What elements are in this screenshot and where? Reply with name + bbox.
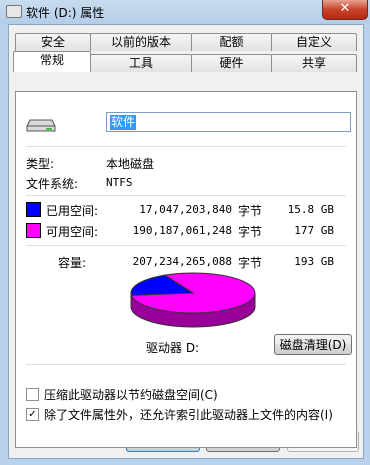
tab-sharing[interactable]: 共享 — [271, 54, 357, 72]
free-space-bytes: 190,187,061,248 — [132, 224, 232, 237]
free-space-size: 177 GB — [294, 224, 334, 237]
disk-cleanup-button[interactable]: 磁盘清理(D) — [274, 334, 352, 355]
index-checkbox[interactable]: ✓ — [26, 408, 39, 421]
index-label[interactable]: 除了文件属性外，还允许索引此驱动器上文件的内容(I) — [44, 406, 333, 423]
tab-quota[interactable]: 配额 — [191, 33, 272, 51]
used-space-label: 已用空间: — [46, 204, 99, 218]
capacity-size: 193 GB — [294, 255, 334, 268]
tab-tools[interactable]: 工具 — [90, 54, 192, 72]
type-label: 类型: — [26, 157, 55, 171]
free-space-unit: 字节 — [238, 225, 263, 239]
general-panel: 软件 类型: 本地磁盘 文件系统: NTFS 已用空间: 17,047,203,… — [15, 91, 357, 448]
disk-usage-pie-chart — [130, 272, 256, 328]
title-bar: 软件 (D:) 属性 ✕ — [0, 0, 370, 24]
separator — [26, 245, 346, 246]
tab-hardware[interactable]: 硬件 — [191, 54, 272, 72]
used-space-size: 15.8 GB — [287, 203, 334, 216]
dialog-client: 安全 以前的版本 配额 自定义 常规 工具 硬件 共享 软件 类型: 本地磁盘 … — [8, 24, 364, 459]
tab-security[interactable]: 安全 — [15, 33, 91, 51]
separator — [26, 146, 346, 147]
capacity-label: 容量: — [58, 256, 87, 270]
free-space-swatch — [26, 223, 41, 238]
type-value: 本地磁盘 — [106, 157, 155, 171]
tab-general[interactable]: 常规 — [13, 51, 91, 72]
used-space-unit: 字节 — [238, 204, 263, 218]
drive-name-input[interactable]: 软件 — [106, 112, 351, 132]
separator — [26, 195, 346, 196]
window-title: 软件 (D:) 属性 — [26, 6, 105, 20]
capacity-unit: 字节 — [238, 256, 263, 270]
tab-previous-versions[interactable]: 以前的版本 — [90, 33, 192, 51]
tab-customize[interactable]: 自定义 — [271, 33, 357, 51]
hard-drive-icon — [26, 119, 56, 132]
close-button[interactable]: ✕ — [322, 0, 368, 20]
compress-label[interactable]: 压缩此驱动器以节约磁盘空间(C) — [44, 386, 218, 403]
filesystem-value: NTFS — [106, 176, 133, 189]
drive-letter-label: 驱动器 D: — [146, 341, 200, 355]
capacity-bytes: 207,234,265,088 — [132, 255, 232, 268]
separator — [26, 364, 346, 365]
compress-checkbox[interactable] — [26, 388, 39, 401]
used-space-bytes: 17,047,203,840 — [139, 203, 232, 216]
drive-name-value: 软件 — [110, 115, 137, 130]
used-space-swatch — [26, 202, 41, 217]
drive-title-icon — [6, 5, 22, 18]
filesystem-label: 文件系统: — [26, 177, 79, 191]
free-space-label: 可用空间: — [46, 225, 99, 239]
